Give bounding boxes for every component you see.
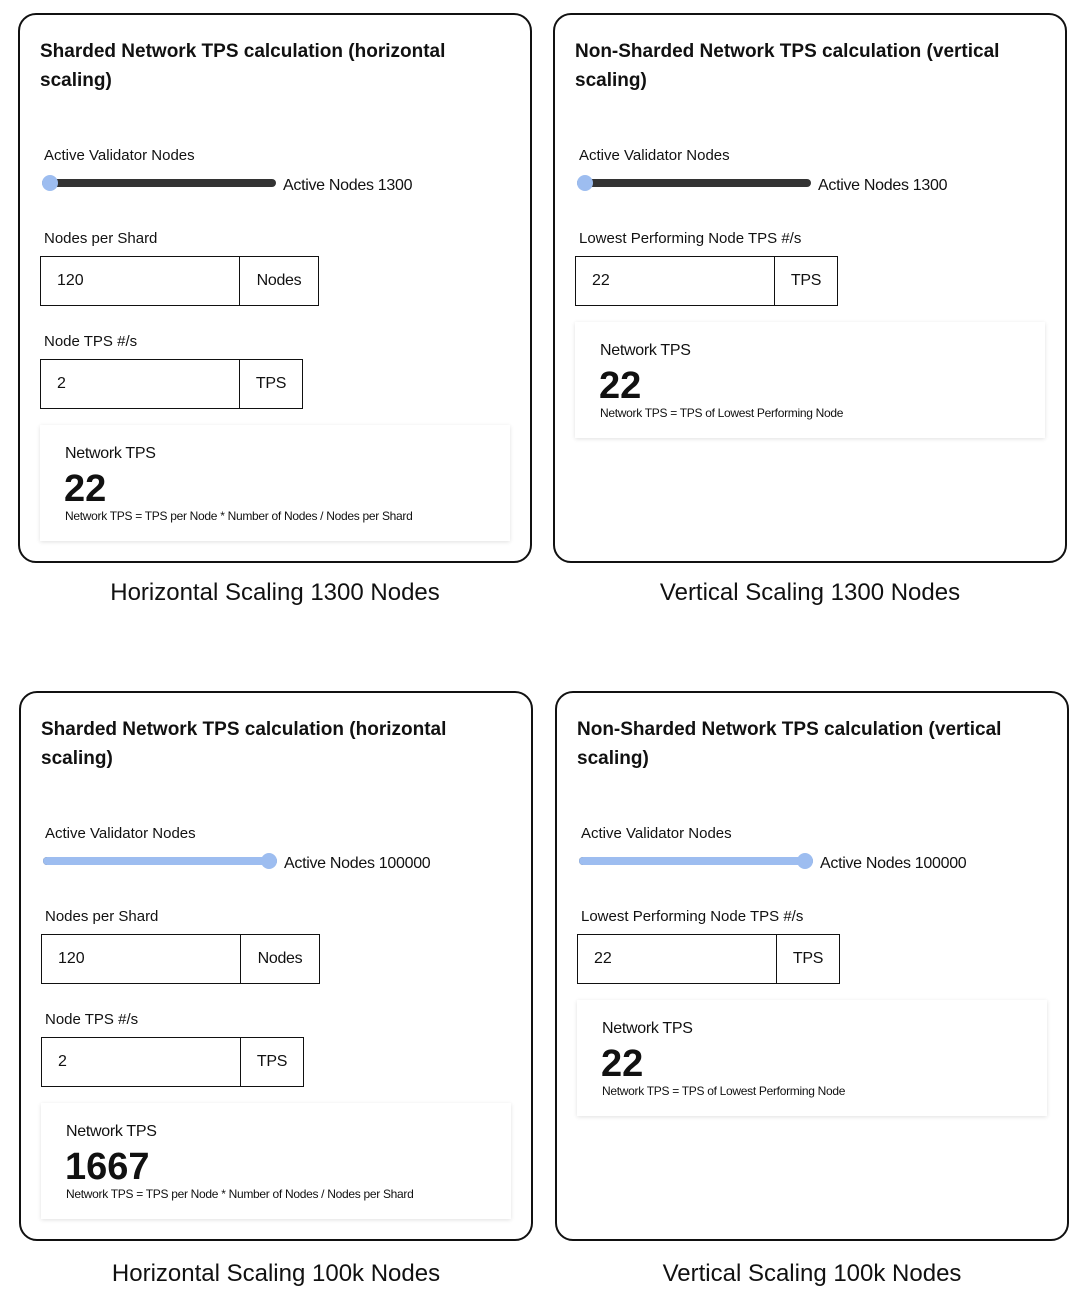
- network-tps-formula: Network TPS = TPS per Node * Number of N…: [66, 1187, 414, 1201]
- slider-track: [42, 179, 276, 187]
- calculator-card: Non-Sharded Network TPS calculation (ver…: [555, 691, 1069, 1241]
- active-nodes-value: Active Nodes 1300: [818, 177, 948, 194]
- network-tps-value: 22: [64, 468, 107, 510]
- network-tps-formula: Network TPS = TPS of Lowest Performing N…: [602, 1084, 846, 1098]
- tps-unit-label: TPS: [241, 1037, 304, 1087]
- node-tps-group: 2 TPS: [40, 359, 303, 409]
- slider-thumb[interactable]: [797, 853, 813, 869]
- calculator-card: Non-Sharded Network TPS calculation (ver…: [553, 13, 1067, 563]
- lowest-node-tps-label: Lowest Performing Node TPS #/s: [581, 908, 804, 925]
- calculator-card: Sharded Network TPS calculation (horizon…: [19, 691, 533, 1241]
- nodes-per-shard-label: Nodes per Shard: [44, 230, 158, 247]
- slider-label: Active Validator Nodes: [579, 147, 730, 164]
- figure-caption: Vertical Scaling 1300 Nodes: [659, 579, 961, 606]
- active-nodes-slider[interactable]: [579, 853, 813, 869]
- panel-sharded-1300: Sharded Network TPS calculation (horizon…: [18, 13, 532, 613]
- active-nodes-slider[interactable]: [577, 175, 811, 191]
- active-nodes-slider[interactable]: [43, 853, 277, 869]
- slider-label: Active Validator Nodes: [581, 825, 732, 842]
- network-tps-label: Network TPS: [600, 342, 691, 359]
- network-tps-value: 22: [599, 365, 642, 407]
- active-nodes-slider[interactable]: [42, 175, 276, 191]
- slider-thumb[interactable]: [577, 175, 593, 191]
- panel-sharded-100k: Sharded Network TPS calculation (horizon…: [19, 691, 533, 1291]
- lowest-node-tps-group: 22 TPS: [577, 934, 840, 984]
- slider-thumb[interactable]: [42, 175, 58, 191]
- nodes-per-shard-input[interactable]: 120: [41, 934, 241, 984]
- lowest-node-tps-input[interactable]: 22: [575, 256, 775, 306]
- network-tps-label: Network TPS: [66, 1123, 157, 1140]
- nodes-per-shard-group: 120 Nodes: [41, 934, 320, 984]
- slider-fill: [579, 857, 805, 865]
- lowest-node-tps-input[interactable]: 22: [577, 934, 777, 984]
- network-tps-formula: Network TPS = TPS of Lowest Performing N…: [600, 406, 844, 420]
- figure-caption: Vertical Scaling 100k Nodes: [662, 1260, 962, 1287]
- network-tps-formula: Network TPS = TPS per Node * Number of N…: [65, 509, 413, 523]
- node-tps-label: Node TPS #/s: [45, 1011, 139, 1028]
- node-tps-input[interactable]: 2: [41, 1037, 241, 1087]
- slider-track: [577, 179, 811, 187]
- node-tps-input[interactable]: 2: [40, 359, 240, 409]
- network-tps-result: Network TPS 1667 Network TPS = TPS per N…: [41, 1103, 511, 1219]
- network-tps-label: Network TPS: [602, 1020, 693, 1037]
- slider-fill: [43, 857, 269, 865]
- nodes-unit-label: Nodes: [241, 934, 320, 984]
- nodes-unit-label: Nodes: [240, 256, 319, 306]
- network-tps-result: Network TPS 22 Network TPS = TPS of Lowe…: [577, 1000, 1047, 1116]
- nodes-per-shard-group: 120 Nodes: [40, 256, 319, 306]
- card-title: Non-Sharded Network TPS calculation (ver…: [575, 41, 1000, 91]
- network-tps-label: Network TPS: [65, 445, 156, 462]
- active-nodes-value: Active Nodes 1300: [283, 177, 413, 194]
- network-tps-result: Network TPS 22 Network TPS = TPS of Lowe…: [575, 322, 1045, 438]
- slider-label: Active Validator Nodes: [44, 147, 195, 164]
- network-tps-value: 1667: [65, 1146, 150, 1188]
- node-tps-group: 2 TPS: [41, 1037, 304, 1087]
- tps-unit-label: TPS: [775, 256, 838, 306]
- network-tps-result: Network TPS 22 Network TPS = TPS per Nod…: [40, 425, 510, 541]
- slider-thumb[interactable]: [261, 853, 277, 869]
- nodes-per-shard-label: Nodes per Shard: [45, 908, 159, 925]
- figure-caption: Horizontal Scaling 100k Nodes: [111, 1260, 441, 1287]
- tps-unit-label: TPS: [240, 359, 303, 409]
- lowest-node-tps-label: Lowest Performing Node TPS #/s: [579, 230, 802, 247]
- network-tps-value: 22: [601, 1043, 644, 1085]
- panel-non-sharded-1300: Non-Sharded Network TPS calculation (ver…: [553, 13, 1067, 613]
- nodes-per-shard-input[interactable]: 120: [40, 256, 240, 306]
- slider-label: Active Validator Nodes: [45, 825, 196, 842]
- active-nodes-value: Active Nodes 100000: [284, 855, 431, 872]
- tps-unit-label: TPS: [777, 934, 840, 984]
- figure-caption: Horizontal Scaling 1300 Nodes: [110, 579, 440, 606]
- card-title: Non-Sharded Network TPS calculation (ver…: [577, 719, 1002, 769]
- card-title: Sharded Network TPS calculation (horizon…: [41, 719, 447, 769]
- node-tps-label: Node TPS #/s: [44, 333, 138, 350]
- lowest-node-tps-group: 22 TPS: [575, 256, 838, 306]
- card-title: Sharded Network TPS calculation (horizon…: [40, 41, 446, 91]
- active-nodes-value: Active Nodes 100000: [820, 855, 967, 872]
- calculator-card: Sharded Network TPS calculation (horizon…: [18, 13, 532, 563]
- panel-non-sharded-100k: Non-Sharded Network TPS calculation (ver…: [555, 691, 1069, 1291]
